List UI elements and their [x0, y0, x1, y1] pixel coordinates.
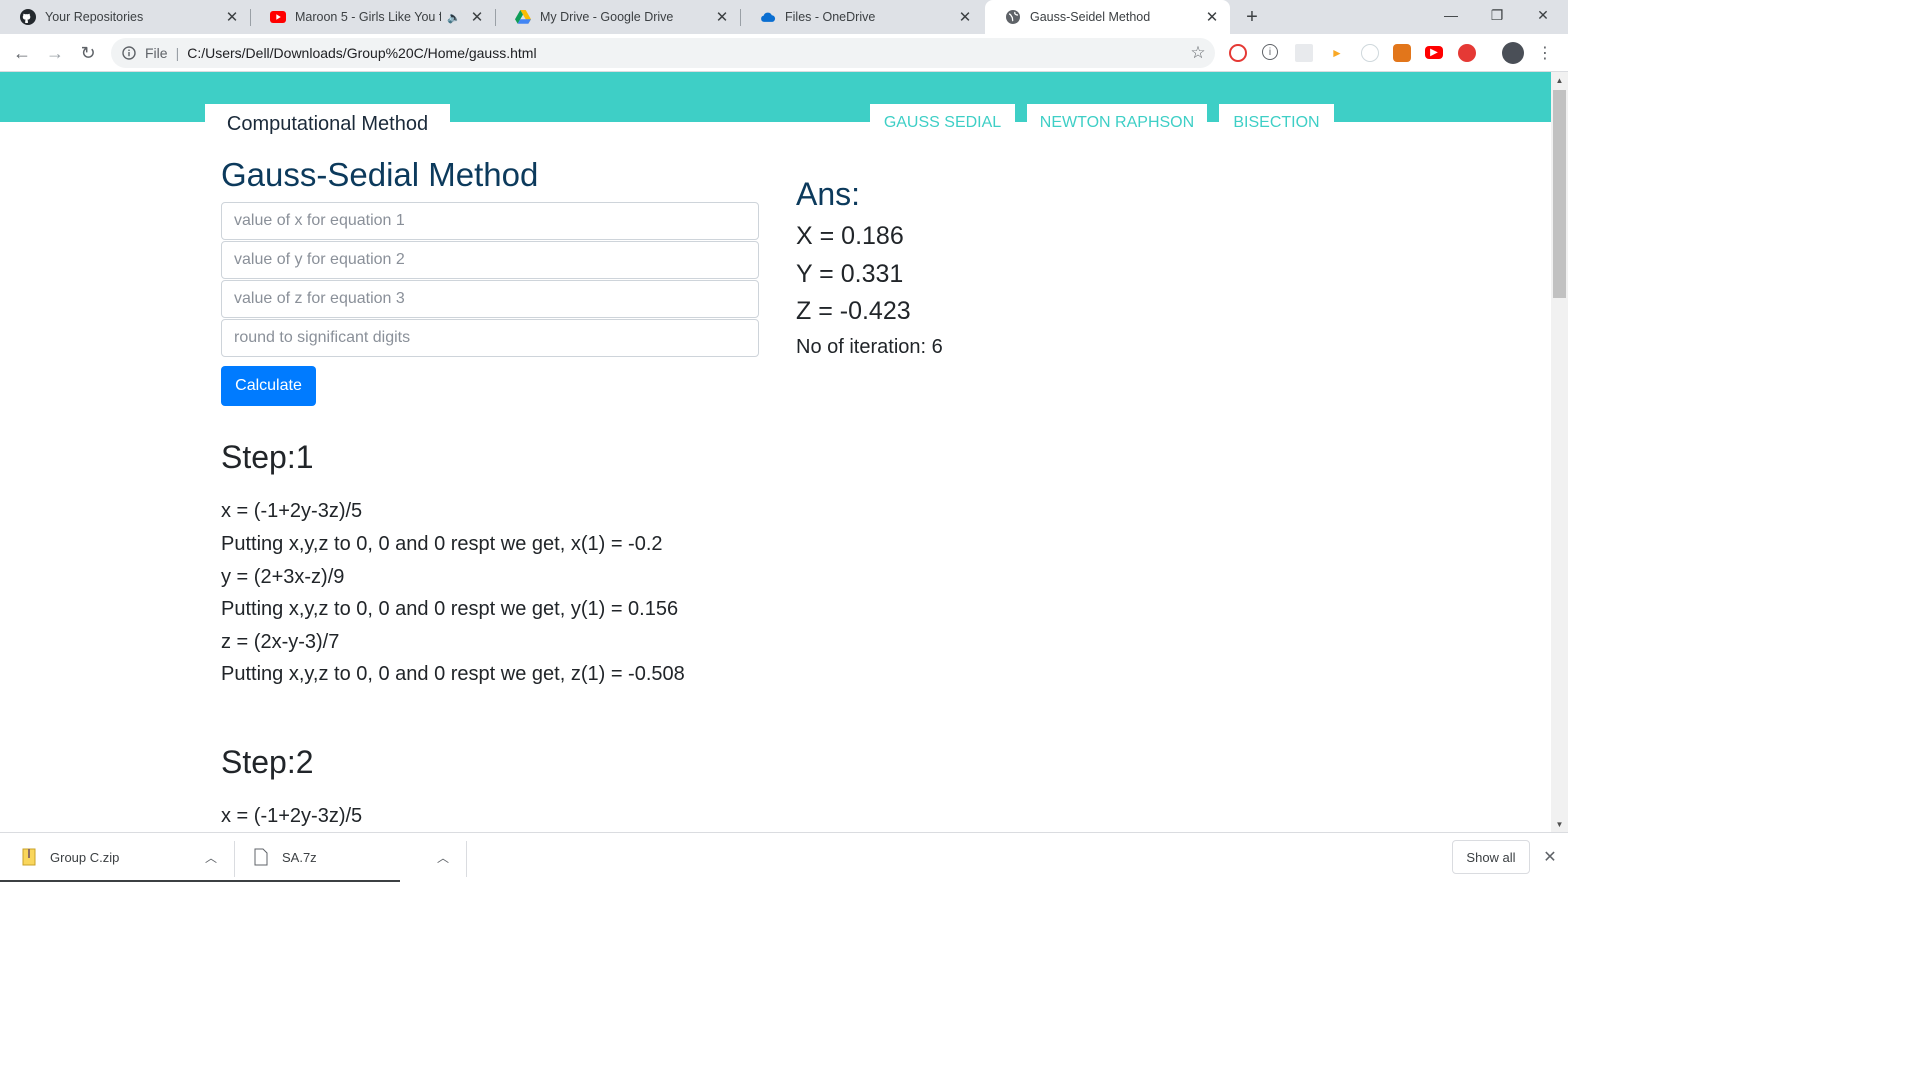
reload-button[interactable]: ↻ — [75, 40, 101, 66]
iteration-count: No of iteration: 6 — [796, 336, 943, 358]
metamask-icon[interactable] — [1393, 44, 1411, 62]
download-bar: Group C.zip ︿ SA.7z ︿ Show all ✕ — [0, 832, 1568, 882]
zip-file-icon — [22, 848, 36, 866]
extension-icon[interactable]: ► — [1328, 44, 1346, 62]
tab-title: Files - OneDrive — [785, 10, 876, 24]
globe-icon — [1005, 9, 1021, 25]
calculate-button[interactable]: Calculate — [221, 366, 316, 406]
tab-your-repositories[interactable]: Your Repositories ✕ — [0, 0, 251, 34]
step-line: Putting x,y,z to 0, 0 and 0 respt we get… — [221, 663, 685, 685]
close-icon[interactable]: ✕ — [957, 9, 973, 26]
extension-icon[interactable]: i — [1262, 44, 1278, 60]
tab-onedrive[interactable]: Files - OneDrive ✕ — [740, 0, 983, 34]
nav-gauss-sedial[interactable]: GAUSS SEDIAL — [870, 104, 1015, 142]
youtube-icon — [270, 9, 286, 25]
tab-gauss-seidel[interactable]: Gauss-Seidel Method ✕ — [985, 0, 1230, 34]
step-line: z = (2x-y-3)/7 — [221, 631, 340, 653]
step-title: Step:2 — [221, 744, 314, 780]
scroll-down-arrow-icon[interactable]: ▼ — [1551, 816, 1568, 832]
youtube-extension-icon[interactable]: ▶ — [1425, 46, 1443, 59]
site-brand[interactable]: Computational Method — [205, 104, 450, 144]
page-title: Gauss-Sedial Method — [221, 156, 539, 193]
answer-x: X = 0.186 — [796, 222, 904, 250]
url-scheme: File — [145, 45, 168, 61]
close-icon[interactable]: ✕ — [1204, 9, 1220, 26]
speaker-icon[interactable]: 🔈 — [447, 11, 461, 24]
step-line: x = (-1+2y-3z)/5 — [221, 500, 363, 522]
nav-newton-raphson[interactable]: NEWTON RAPHSON — [1027, 104, 1207, 142]
github-icon — [20, 9, 36, 25]
minimize-button[interactable]: — — [1428, 0, 1474, 30]
z-value-input[interactable] — [221, 280, 759, 318]
chevron-up-icon[interactable]: ︿ — [205, 849, 217, 866]
download-filename: SA.7z — [282, 849, 317, 865]
extension-icon[interactable] — [1295, 44, 1313, 62]
download-item-group-c[interactable]: Group C.zip ︿ — [22, 833, 232, 881]
window-close-button[interactable]: ✕ — [1520, 0, 1566, 30]
profile-avatar[interactable] — [1502, 42, 1524, 64]
x-value-input[interactable] — [221, 202, 759, 240]
onedrive-icon — [760, 9, 776, 25]
step-line: Putting x,y,z to 0, 0 and 0 respt we get… — [221, 598, 679, 620]
restore-button[interactable]: ❐ — [1474, 0, 1520, 30]
download-item-sa7z[interactable]: SA.7z ︿ — [254, 833, 464, 881]
tab-title: Your Repositories — [45, 10, 144, 24]
step-line: y = (2+3x-z)/9 — [221, 566, 345, 588]
forward-button[interactable]: → — [42, 40, 68, 66]
nav-bisection[interactable]: BISECTION — [1219, 104, 1334, 142]
tab-title: Gauss-Seidel Method — [1030, 10, 1151, 24]
scroll-up-arrow-icon[interactable]: ▲ — [1551, 72, 1568, 88]
show-all-button[interactable]: Show all — [1452, 840, 1530, 874]
significant-digits-input[interactable] — [221, 319, 759, 357]
extension-icon[interactable] — [1229, 44, 1247, 62]
answer-y: Y = 0.331 — [796, 260, 904, 288]
tab-google-drive[interactable]: My Drive - Google Drive ✕ — [495, 0, 741, 34]
download-filename: Group C.zip — [50, 849, 120, 865]
page-viewport: Computational Method GAUSS SEDIAL NEWTON… — [0, 72, 1551, 832]
tab-title: My Drive - Google Drive — [540, 10, 674, 24]
extension-icon[interactable] — [1361, 44, 1379, 62]
chevron-up-icon[interactable]: ︿ — [437, 849, 449, 866]
scrollbar-thumb[interactable] — [1553, 90, 1566, 298]
close-icon[interactable]: ✕ — [1540, 847, 1560, 867]
tab-maroon5[interactable]: Maroon 5 - Girls Like You ft. Cardi B 🔈 … — [250, 0, 496, 34]
url-text[interactable]: C:/Users/Dell/Downloads/Group%20C/Home/g… — [187, 45, 536, 61]
answer-z: Z = -0.423 — [796, 297, 911, 325]
menu-kebab-icon[interactable]: ⋮ — [1536, 44, 1554, 62]
tab-title: Maroon 5 - Girls Like You ft. Cardi B — [295, 10, 442, 24]
bookmark-star-icon[interactable]: ☆ — [1189, 43, 1207, 62]
info-icon[interactable] — [121, 45, 137, 61]
vertical-scrollbar[interactable]: ▲ ▼ — [1551, 72, 1568, 832]
address-bar[interactable]: File | C:/Users/Dell/Downloads/Group%20C… — [111, 38, 1215, 68]
close-icon[interactable]: ✕ — [224, 9, 240, 26]
new-tab-button[interactable]: + — [1240, 5, 1264, 29]
step-title: Step:1 — [221, 439, 314, 475]
download-progress-line — [0, 880, 400, 882]
google-drive-icon — [515, 9, 531, 25]
back-button[interactable]: ← — [9, 40, 35, 66]
answer-title: Ans: — [796, 176, 861, 212]
tomato-timer-icon[interactable] — [1458, 44, 1476, 62]
browser-tab-strip: Your Repositories ✕ Maroon 5 - Girls Lik… — [0, 0, 1568, 34]
y-value-input[interactable] — [221, 241, 759, 279]
close-icon[interactable]: ✕ — [714, 9, 730, 26]
file-icon — [254, 848, 268, 866]
step-line: Putting x,y,z to 0, 0 and 0 respt we get… — [221, 533, 663, 555]
step-line: x = (-1+2y-3z)/5 — [221, 805, 363, 827]
close-icon[interactable]: ✕ — [469, 9, 485, 26]
